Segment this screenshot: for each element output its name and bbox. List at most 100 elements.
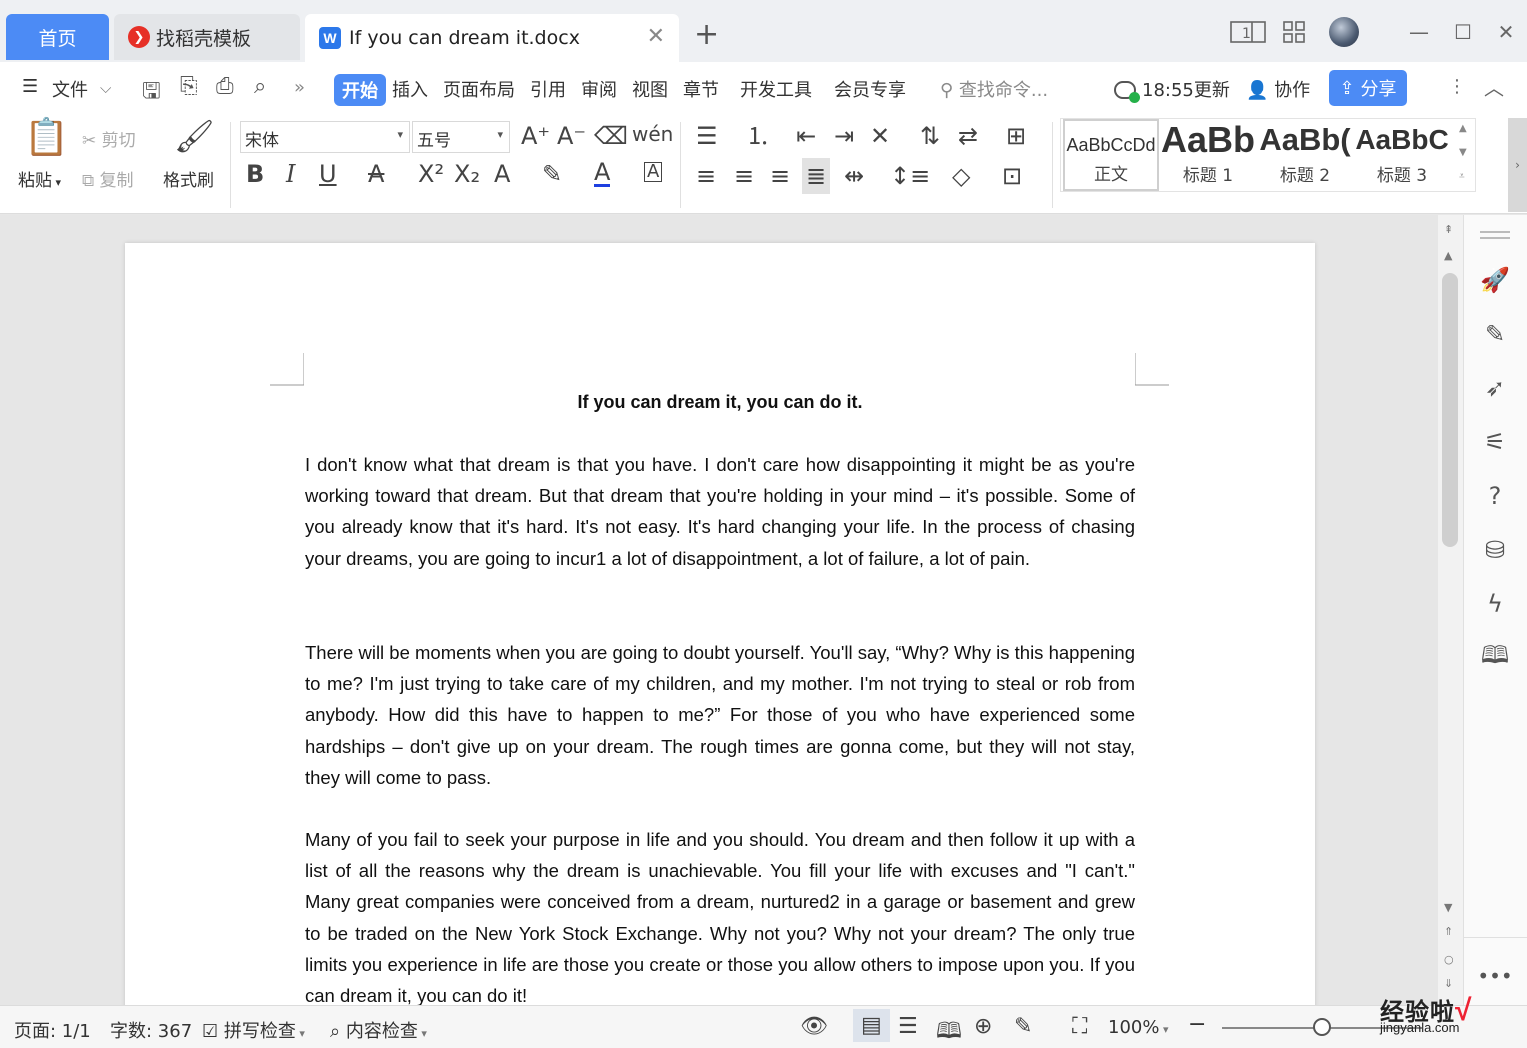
justify-icon[interactable]: ≣ — [802, 158, 831, 194]
help-icon[interactable]: ? — [1480, 481, 1510, 511]
menu-review[interactable]: 审阅 — [581, 76, 617, 102]
document-page[interactable]: If you can dream it, you can do it. I do… — [125, 243, 1315, 1005]
align-left-icon[interactable]: ≡ — [696, 164, 716, 188]
format-painter-icon[interactable]: 🖌 — [174, 120, 215, 152]
word-count[interactable]: 字数: 367 — [110, 1017, 192, 1043]
strikethrough-icon[interactable]: A — [368, 162, 384, 186]
zoom-slider-knob[interactable] — [1313, 1018, 1331, 1036]
subscript-icon[interactable]: X₂ — [454, 162, 480, 186]
collapse-ribbon-icon[interactable]: ︿ — [1484, 72, 1504, 101]
lightning-icon[interactable]: ϟ — [1480, 589, 1510, 619]
page-indicator[interactable]: 页面: 1/1 — [14, 1017, 91, 1043]
text-effect-icon[interactable]: A — [494, 162, 510, 186]
write-mode-icon[interactable]: ✎ — [1014, 1014, 1032, 1039]
menu-file[interactable]: 文件 — [52, 76, 88, 102]
clear-format-icon[interactable]: ⌫ — [594, 124, 628, 148]
sliders-icon[interactable]: ⚟ — [1480, 427, 1510, 457]
outline-view-icon[interactable]: ☰ — [898, 1014, 918, 1039]
menu-developer[interactable]: 开发工具 — [740, 76, 812, 102]
vertical-scrollbar[interactable]: ⇞ ▲ ▼ ⇑ ○ ⇓ — [1438, 215, 1463, 1005]
superscript-icon[interactable]: X² — [418, 162, 444, 186]
shading-icon[interactable]: ◇ — [952, 164, 970, 188]
menu-insert[interactable]: 插入 — [392, 76, 428, 102]
font-size-select[interactable]: 五号 ▾ — [412, 121, 510, 153]
font-name-select[interactable]: 宋体 ▾ — [240, 121, 410, 153]
phonetic-guide-icon[interactable]: wén — [632, 124, 673, 144]
align-center-icon[interactable]: ≡ — [734, 164, 754, 188]
gallery-up-icon[interactable]: ▲ — [1459, 123, 1467, 134]
ribbon-scroll-right[interactable]: › — [1508, 118, 1527, 212]
cut-button[interactable]: ✂ 剪切 — [82, 126, 136, 151]
distributed-align-icon[interactable]: ⇹ — [844, 164, 864, 188]
more-options-icon[interactable]: ⋮ — [1448, 76, 1466, 97]
prev-page-icon[interactable]: ⇑ — [1444, 925, 1453, 938]
maximize-icon[interactable]: ☐ — [1441, 20, 1485, 44]
reading-layout-icon[interactable]: 1 — [1229, 21, 1267, 43]
borders-icon[interactable]: ⊡ — [1002, 164, 1022, 188]
align-right-icon[interactable]: ≡ — [770, 164, 790, 188]
paste-icon[interactable]: 📋 — [24, 120, 69, 156]
zoom-select[interactable]: 100% ▾ — [1108, 1017, 1169, 1038]
italic-icon[interactable]: I — [286, 162, 295, 186]
show-marks-icon[interactable]: ⇄ — [958, 124, 978, 148]
print-icon[interactable]: ⎙ — [216, 74, 234, 99]
shrink-font-icon[interactable]: A⁻ — [557, 124, 586, 148]
char-border-icon[interactable]: A — [644, 162, 663, 182]
close-tab-icon[interactable]: ✕ — [647, 24, 665, 49]
page-view-icon[interactable]: ▤ — [853, 1009, 890, 1042]
copy-button[interactable]: ⧉ 复制 — [82, 166, 134, 191]
tab-document[interactable]: W If you can dream it.docx ✕ — [305, 14, 679, 62]
new-tab-icon[interactable]: + — [694, 20, 719, 50]
gallery-down-icon[interactable]: ▼ — [1459, 147, 1467, 158]
bullet-list-icon[interactable]: ☰ — [696, 124, 718, 148]
numbered-list-icon[interactable]: ⒈ — [746, 124, 770, 148]
paste-button[interactable]: 粘贴 ▾ — [18, 166, 61, 191]
style-normal[interactable]: AaBbCcDd 正文 — [1063, 119, 1159, 191]
rocket-icon[interactable]: 🚀 — [1480, 265, 1510, 295]
chinese-layout-icon[interactable]: ✕ — [870, 124, 890, 148]
eye-protection-icon[interactable]: 👁 — [800, 1014, 828, 1039]
export-pdf-icon[interactable]: ⎘ — [180, 74, 198, 99]
select-browse-icon[interactable]: ○ — [1444, 953, 1454, 966]
cursor-icon[interactable]: ➶ — [1480, 373, 1510, 403]
gallery-more-icon[interactable]: ⩡ — [1459, 171, 1465, 182]
sort-icon[interactable]: ⇅ — [920, 124, 940, 148]
content-check-button[interactable]: ⌕ 内容检查 ▾ — [330, 1017, 427, 1043]
line-spacing-icon[interactable]: ↕≡ — [890, 164, 930, 188]
apps-grid-icon[interactable] — [1281, 21, 1307, 43]
close-window-icon[interactable]: ✕ — [1485, 20, 1527, 44]
menu-section[interactable]: 章节 — [683, 76, 719, 102]
more-icon[interactable]: ••• — [1477, 961, 1512, 991]
format-painter-button[interactable]: 格式刷 — [163, 166, 214, 191]
menu-page-layout[interactable]: 页面布局 — [443, 76, 515, 102]
increase-indent-icon[interactable]: ⇥ — [834, 124, 854, 148]
hamburger-icon[interactable]: ☰ — [22, 76, 38, 97]
menu-view[interactable]: 视图 — [632, 76, 668, 102]
spell-check-button[interactable]: ☑ 拼写检查 ▾ — [202, 1017, 305, 1043]
save-icon[interactable]: 🖫 — [142, 74, 161, 112]
scroll-down-icon[interactable]: ▼ — [1444, 901, 1452, 914]
style-heading-3[interactable]: AaBbC 标题 3 — [1355, 119, 1449, 191]
tab-template[interactable]: ❯ 找稻壳模板 — [114, 14, 300, 60]
reading-view-icon[interactable]: 🕮 — [936, 1014, 962, 1048]
menu-references[interactable]: 引用 — [530, 76, 566, 102]
minimize-icon[interactable]: — — [1397, 20, 1441, 44]
share-button[interactable]: ⇪ 分享 — [1329, 70, 1407, 106]
command-search[interactable]: ⚲ 查找命令... — [940, 76, 1048, 102]
menu-start[interactable]: 开始 — [334, 74, 386, 106]
next-page-icon[interactable]: ⇓ — [1444, 977, 1453, 990]
font-color-icon[interactable]: A — [594, 160, 611, 187]
scroll-top-icon[interactable]: ⇞ — [1444, 223, 1453, 236]
chevron-down-icon[interactable]: ⌵ — [100, 79, 111, 97]
bold-icon[interactable]: B — [246, 162, 264, 186]
cloud-sync-status[interactable]: 18:55更新 — [1114, 76, 1230, 103]
style-heading-1[interactable]: AaBb 标题 1 — [1161, 119, 1255, 191]
decrease-indent-icon[interactable]: ⇤ — [796, 124, 816, 148]
highlight-icon[interactable]: ✎ — [542, 162, 562, 186]
tab-home[interactable]: 首页 — [6, 14, 109, 60]
scrollbar-thumb[interactable] — [1442, 273, 1458, 547]
table-tabs-icon[interactable]: ⊞ — [1006, 124, 1026, 148]
pen-icon[interactable]: ✎ — [1480, 319, 1510, 349]
underline-icon[interactable]: U — [319, 162, 337, 186]
web-view-icon[interactable]: ⊕ — [974, 1014, 992, 1039]
